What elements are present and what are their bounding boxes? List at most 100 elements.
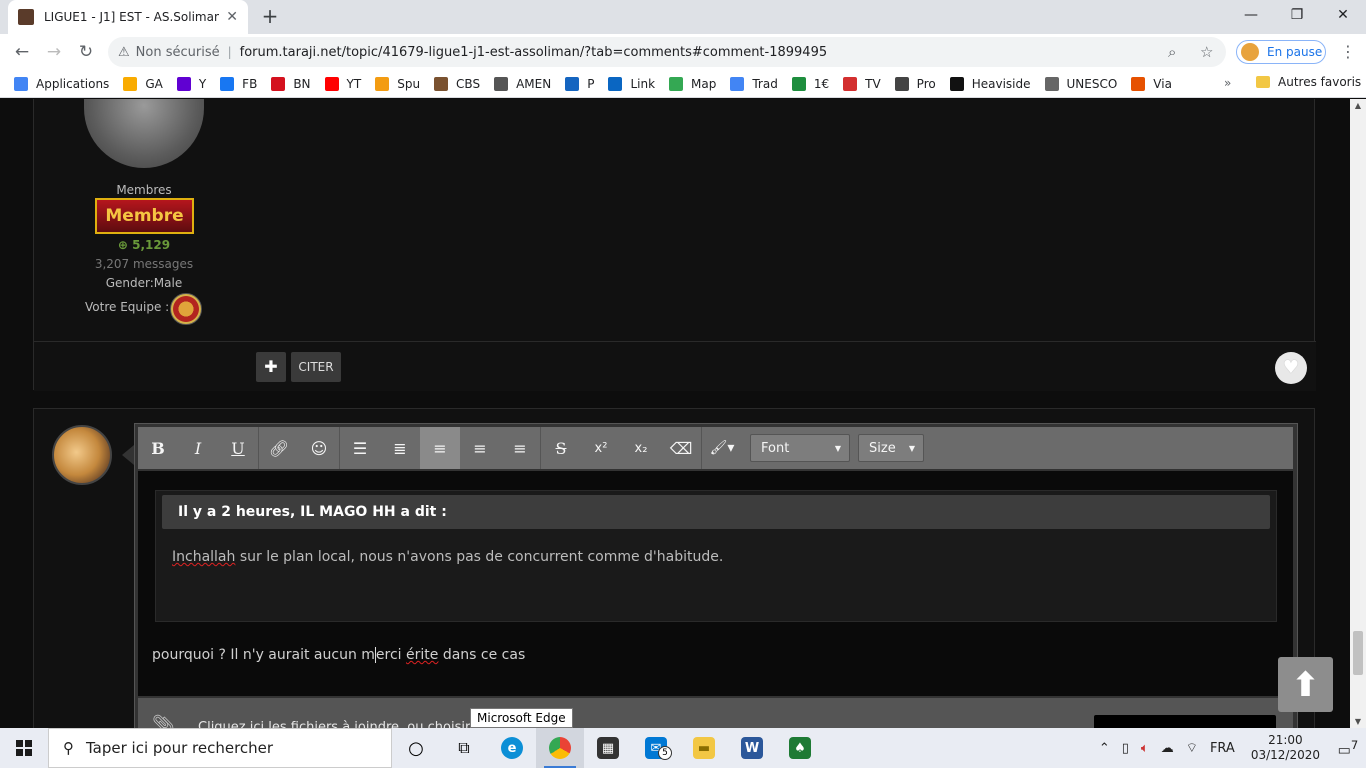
scroll-down-icon[interactable]: ▼ xyxy=(1350,717,1366,726)
bookmark-item[interactable]: AMEN xyxy=(494,76,551,91)
align-left-icon[interactable]: ≡ xyxy=(420,427,460,469)
bookmark-item[interactable]: TV xyxy=(843,76,881,91)
clock[interactable]: 21:00 03/12/2020 xyxy=(1241,733,1330,763)
scroll-up-icon[interactable]: ▲ xyxy=(1350,101,1366,110)
scroll-to-top-button[interactable]: ⬆ xyxy=(1278,657,1333,712)
bookmark-item[interactable]: P xyxy=(565,76,594,91)
chevron-up-icon[interactable]: ⌃ xyxy=(1093,741,1116,756)
new-tab-button[interactable]: + xyxy=(258,5,282,29)
language-indicator[interactable]: FRA xyxy=(1204,741,1241,756)
bookmark-item[interactable]: Trad xyxy=(730,76,778,91)
size-dropdown[interactable]: Size ▼ xyxy=(858,434,924,462)
submit-button[interactable] xyxy=(1094,715,1276,728)
zoom-icon[interactable]: ⌕ xyxy=(1168,43,1176,61)
menu-dots-icon[interactable]: ⋮ xyxy=(1340,42,1356,61)
profile-status: En pause xyxy=(1267,45,1323,59)
bookmark-item[interactable]: Map xyxy=(669,76,717,91)
bookmark-favicon-icon xyxy=(894,76,909,91)
close-window-button[interactable]: ✕ xyxy=(1320,0,1366,30)
attachment-bar[interactable]: 📎︎ Cliquez ici les fichiers à joindre, o… xyxy=(138,698,1293,728)
file-explorer-icon[interactable]: ▬ xyxy=(680,728,728,768)
superscript-icon[interactable]: x² xyxy=(581,427,621,469)
word-icon[interactable]: W xyxy=(728,728,776,768)
eraser-icon[interactable]: ⌫ xyxy=(661,427,701,469)
link-icon[interactable]: 🔗︎ xyxy=(259,427,299,469)
tab-strip: LIGUE1 - J1] EST - AS.Soliman - L ✕ + — … xyxy=(0,0,1366,34)
profile-button[interactable]: En pause xyxy=(1236,40,1326,64)
align-center-icon[interactable]: ≡ xyxy=(460,427,500,469)
address-bar[interactable]: ⚠ Non sécurisé | forum.taraji.net/topic/… xyxy=(108,37,1226,67)
store-icon[interactable]: ▦ xyxy=(584,728,632,768)
font-dropdown[interactable]: Font ▼ xyxy=(750,434,850,462)
subscript-icon[interactable]: x₂ xyxy=(621,427,661,469)
cortana-icon[interactable]: ○ xyxy=(392,728,440,768)
page-scrollbar[interactable]: ▲ ▼ xyxy=(1350,99,1366,728)
emoji-icon[interactable]: ☺ xyxy=(299,427,339,469)
url-text[interactable]: forum.taraji.net/topic/41679-ligue1-j1-e… xyxy=(240,45,827,60)
forward-arrow-icon[interactable]: → xyxy=(42,40,66,64)
star-icon[interactable]: ☆ xyxy=(1200,43,1213,61)
bookmark-item[interactable]: Applications xyxy=(14,76,109,91)
bookmark-item[interactable]: CBS xyxy=(434,76,480,91)
italic-icon[interactable]: I xyxy=(178,427,218,469)
bookmark-item[interactable]: GA xyxy=(123,76,163,91)
site-favicon-icon xyxy=(18,9,34,25)
maximize-button[interactable]: ❐ xyxy=(1274,0,1320,30)
paint-brush-icon[interactable]: 🖌︎▾ xyxy=(702,427,742,469)
bookmarks-overflow-icon[interactable]: » xyxy=(1224,76,1231,90)
bookmark-item[interactable]: Link xyxy=(608,76,655,91)
bullet-list-icon[interactable]: ☰ xyxy=(340,427,380,469)
reply-text[interactable]: pourquoi ? Il n'y aurait aucun merci éri… xyxy=(152,647,525,663)
search-icon: ⚲ xyxy=(63,739,74,757)
bookmark-item[interactable]: 1€ xyxy=(791,76,829,91)
volume-muted-icon[interactable]: 🔈︎ xyxy=(1135,741,1155,756)
reload-icon[interactable]: ↻ xyxy=(74,40,98,64)
onedrive-icon[interactable]: ☁ xyxy=(1155,741,1180,756)
bookmark-favicon-icon xyxy=(1044,76,1059,91)
bookmark-item[interactable]: Heaviside xyxy=(949,76,1031,91)
underline-icon[interactable]: U xyxy=(218,427,258,469)
notification-center[interactable]: ▭7 xyxy=(1330,738,1366,759)
bookmark-item[interactable]: Y xyxy=(176,76,207,91)
bookmark-item[interactable]: YT xyxy=(324,76,362,91)
taskbar-search[interactable]: ⚲ Taper ici pour rechercher xyxy=(48,728,392,768)
chrome-icon[interactable] xyxy=(536,728,584,768)
quote-button[interactable]: CITER xyxy=(291,352,341,382)
back-arrow-icon[interactable]: ← xyxy=(10,40,34,64)
like-heart-icon[interactable]: ♥ xyxy=(1275,352,1307,384)
start-button[interactable] xyxy=(0,728,48,768)
editor-toolbar: B I U 🔗︎ ☺ ☰ ≣ ≡ ≡ ≡ S x² x₂ ⌫ 🖌︎▾ Font ▼ xyxy=(138,427,1293,469)
numbered-list-icon[interactable]: ≣ xyxy=(380,427,420,469)
editor-content[interactable]: Il y a 2 heures, IL MAGO HH a dit : Inch… xyxy=(138,471,1293,696)
bookmark-label: Y xyxy=(198,76,207,91)
task-view-icon[interactable]: ⧉ xyxy=(440,728,488,768)
multiquote-button[interactable]: ✚ xyxy=(256,352,286,382)
team-logo-icon xyxy=(170,293,202,325)
strikethrough-icon[interactable]: S xyxy=(541,427,581,469)
scroll-thumb[interactable] xyxy=(1353,631,1363,675)
bookmark-label: Map xyxy=(691,76,717,91)
battery-icon[interactable]: ▯ xyxy=(1116,741,1135,756)
bookmark-item[interactable]: Via xyxy=(1131,76,1172,91)
bookmark-item[interactable]: UNESCO xyxy=(1044,76,1117,91)
attach-text[interactable]: Cliquez ici les fichiers à joindre, ou c… xyxy=(198,720,486,728)
minimize-button[interactable]: — xyxy=(1228,0,1274,30)
security-status[interactable]: Non sécurisé xyxy=(136,45,220,60)
browser-tab[interactable]: LIGUE1 - J1] EST - AS.Soliman - L ✕ xyxy=(8,0,248,34)
edge-icon[interactable]: e xyxy=(488,728,536,768)
plus-circle-icon: ⊕ xyxy=(117,238,133,252)
bookmark-item[interactable]: Pro xyxy=(894,76,936,91)
bookmark-item[interactable]: FB xyxy=(220,76,257,91)
solitaire-icon[interactable]: ♠ xyxy=(776,728,824,768)
wifi-icon[interactable]: ⌔ xyxy=(1180,740,1204,756)
align-right-icon[interactable]: ≡ xyxy=(500,427,540,469)
warning-icon: ⚠ xyxy=(118,44,130,60)
bold-icon[interactable]: B xyxy=(138,427,178,469)
mail-icon[interactable]: ✉ 5 xyxy=(632,728,680,768)
bookmark-item[interactable]: Spu xyxy=(375,76,420,91)
tab-close-icon[interactable]: ✕ xyxy=(226,9,238,25)
bookmark-label: YT xyxy=(346,76,362,91)
other-bookmarks[interactable]: Autres favoris xyxy=(1256,75,1361,89)
avatar[interactable] xyxy=(84,99,204,168)
bookmark-item[interactable]: BN xyxy=(271,76,311,91)
